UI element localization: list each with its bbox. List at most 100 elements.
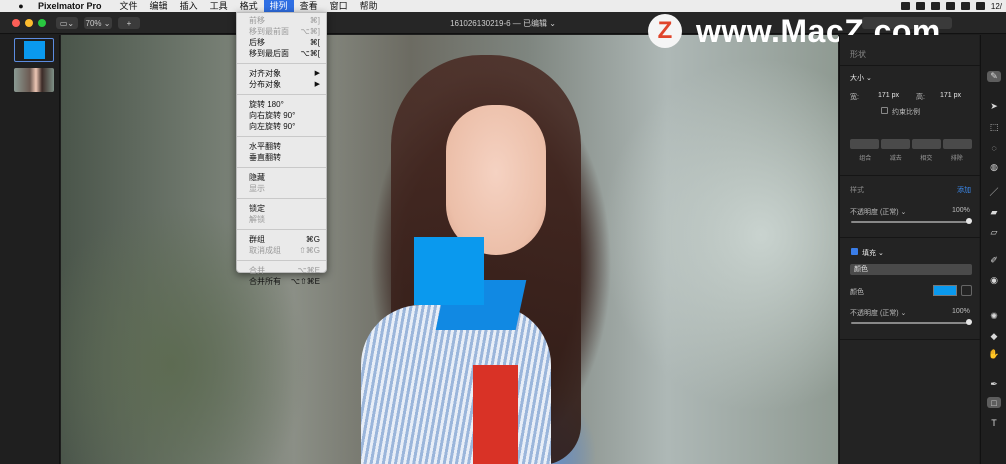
sharpen-icon[interactable]: ◆ — [987, 331, 1001, 342]
app-name-menu[interactable]: Pixelmator Pro — [38, 1, 102, 11]
arrange-menu-item[interactable]: 合并所有 ⌥⇧⌘E — [237, 276, 326, 287]
divider — [840, 65, 980, 66]
battery-icon[interactable] — [975, 2, 985, 10]
arrange-menu-item[interactable]: 向右旋转 90° — [237, 110, 326, 121]
add-style-button[interactable]: 添加 — [957, 185, 971, 195]
text-icon[interactable]: T — [987, 417, 1001, 428]
menu-item-label: 显示 — [249, 184, 265, 193]
apple-icon[interactable]: ● — [14, 1, 28, 11]
slider-knob[interactable] — [966, 319, 972, 325]
arrange-menu-item[interactable]: 旋转 180° — [237, 99, 326, 110]
brush-icon[interactable]: ／ — [987, 186, 1001, 197]
menu-edit[interactable]: 编辑 — [144, 0, 174, 12]
arrange-menu-item[interactable]: 后移 ⌘[ — [237, 37, 326, 48]
opacity-slider[interactable] — [851, 218, 972, 224]
lighten-icon[interactable]: ✺ — [987, 311, 1001, 322]
menu-arrange[interactable]: 排列 — [263, 0, 294, 12]
arrange-menu-item[interactable]: 锁定 — [237, 203, 326, 214]
eraser-icon[interactable]: ▱ — [987, 227, 1001, 238]
menu-view[interactable]: 查看 — [294, 0, 324, 12]
opacity-blend-dropdown[interactable]: 不透明度 (正常) ⌄ — [850, 207, 906, 217]
arrange-menu-item[interactable]: 对齐对象 ▶ — [237, 68, 326, 79]
arrange-menu-item[interactable]: 垂直翻转 — [237, 152, 326, 163]
eyedropper-icon[interactable] — [961, 285, 972, 296]
watermark-logo: Z — [648, 14, 682, 48]
fill-type-value: 颜色 — [854, 266, 868, 273]
layer-thumbnail-photo[interactable] — [14, 68, 54, 92]
arrange-menu-item[interactable]: 水平翻转 — [237, 141, 326, 152]
menu-help[interactable]: 帮助 — [354, 0, 384, 12]
canvas[interactable] — [61, 35, 838, 464]
arrange-menu-item[interactable]: 移到最后面 ⌥⌘[ — [237, 48, 326, 59]
submenu-arrow-icon: ▶ — [314, 81, 320, 88]
retouch-icon[interactable]: ✐ — [987, 255, 1001, 266]
shape-icon[interactable]: □ — [987, 397, 1001, 408]
fill-opacity-value[interactable]: 100% — [952, 308, 970, 315]
menu-item-shortcut: ⌥⌘E — [297, 266, 320, 275]
arrange-menu-item: 移到最前面 ⌥⌘] — [237, 26, 326, 37]
subtract-button[interactable] — [881, 139, 910, 149]
menu-format[interactable]: 格式 — [234, 0, 264, 12]
blue-square-shape[interactable] — [414, 237, 484, 305]
status-icon[interactable] — [900, 2, 910, 10]
fill-opacity-dropdown[interactable]: 不透明度 (正常) ⌄ — [850, 308, 906, 318]
arrange-menu-item: 合并 ⌥⌘E — [237, 265, 326, 276]
fill-checkbox[interactable] — [851, 248, 858, 255]
format-brush-icon[interactable]: ✎ — [987, 71, 1001, 82]
clock[interactable]: 12/ — [991, 2, 1002, 11]
menu-window[interactable]: 窗口 — [324, 0, 354, 12]
menu-separator — [237, 260, 326, 261]
constrain-checkbox[interactable] — [881, 107, 888, 114]
pen-icon[interactable]: ✒ — [987, 379, 1001, 390]
arrow-icon[interactable]: ➤ — [987, 101, 1001, 112]
arrange-menu-item[interactable]: 分布对象 ▶ — [237, 79, 326, 90]
lasso-icon[interactable]: ◌ — [987, 142, 1001, 153]
size-dropdown[interactable]: 大小 ⌄ — [850, 73, 872, 83]
height-label: 高: — [916, 94, 925, 101]
menu-item-label: 对齐对象 — [249, 69, 281, 78]
selection-icon[interactable]: ⬚ — [987, 122, 1001, 133]
layer-thumbnail-shape[interactable] — [14, 38, 54, 62]
status-icon[interactable] — [915, 2, 925, 10]
fill-opacity-slider[interactable] — [851, 319, 972, 325]
combine-button[interactable] — [850, 139, 879, 149]
exclude-button[interactable] — [943, 139, 972, 149]
status-icon[interactable] — [930, 2, 940, 10]
height-field[interactable]: 171 px — [940, 92, 961, 99]
arrange-menu-item[interactable]: 隐藏 — [237, 172, 326, 183]
width-field[interactable]: 171 px — [878, 92, 899, 99]
arrange-menu-item[interactable]: 群组 ⌘G — [237, 234, 326, 245]
submenu-arrow-icon: ▶ — [314, 70, 320, 77]
bucket-icon[interactable]: ▰ — [987, 207, 1001, 218]
menu-insert[interactable]: 插入 — [174, 0, 204, 12]
menu-item-shortcut: ⌥⌘[ — [300, 49, 320, 58]
menu-item-label: 解锁 — [249, 215, 265, 224]
fill-dropdown[interactable]: 填充 ⌄ — [862, 248, 884, 258]
bluetooth-icon[interactable] — [960, 2, 970, 10]
arrange-menu-item: 前移 ⌘] — [237, 15, 326, 26]
menu-file[interactable]: 文件 — [114, 0, 144, 12]
divider — [840, 237, 980, 238]
menu-item-label: 隐藏 — [249, 173, 265, 182]
wifi-icon[interactable] — [945, 2, 955, 10]
arrange-menu-item[interactable]: 向左旋转 90° — [237, 121, 326, 132]
path-ops-buttons — [850, 139, 972, 149]
combine-label: 组合 — [859, 156, 872, 162]
path-ops-labels: 组合 减去 相交 排除 — [850, 153, 972, 162]
menu-item-label: 分布对象 — [249, 80, 281, 89]
menu-item-shortcut: ⇧⌘G — [299, 246, 320, 255]
slider-knob[interactable] — [966, 218, 972, 224]
clone-icon[interactable]: ◉ — [987, 275, 1001, 286]
fill-type-select[interactable]: 颜色 — [850, 264, 972, 275]
menu-tools[interactable]: 工具 — [204, 0, 234, 12]
intersect-button[interactable] — [912, 139, 941, 149]
color-picker-icon[interactable]: ◍ — [987, 162, 1001, 173]
arrange-menu-item: 取消成组 ⇧⌘G — [237, 245, 326, 256]
menu-item-label: 锁定 — [249, 204, 265, 213]
menu-item-label: 合并所有 — [249, 277, 281, 286]
smudge-icon[interactable]: ✋ — [987, 349, 1001, 360]
fill-color-swatch[interactable] — [933, 285, 957, 296]
opacity-value[interactable]: 100% — [952, 207, 970, 214]
subtract-label: 减去 — [889, 156, 902, 162]
divider — [840, 339, 980, 340]
